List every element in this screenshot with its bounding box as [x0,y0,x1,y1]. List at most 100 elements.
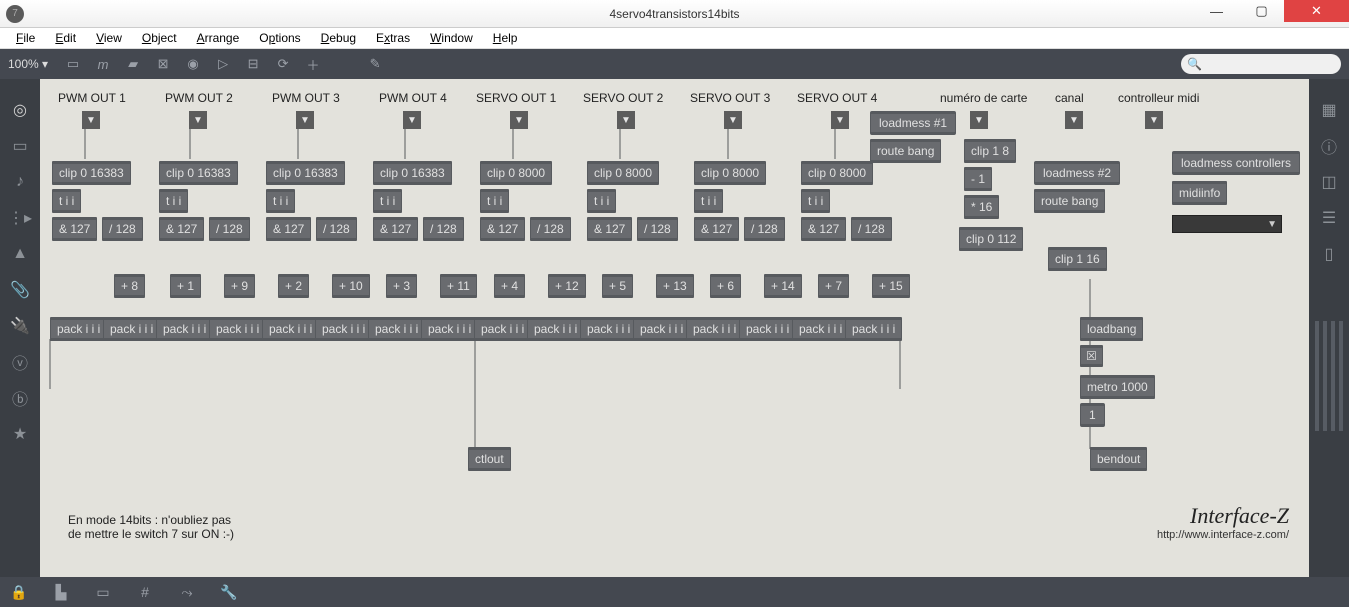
node-plus4[interactable]: + 4 [494,274,525,298]
pack-5[interactable]: pack i i i [262,317,319,341]
toolbar-icon-7[interactable]: ⊟ [242,53,264,75]
node-plus12[interactable]: + 12 [548,274,586,298]
inlet-pwm2[interactable]: ▼ [189,111,207,129]
node-div-pwm4[interactable]: / 128 [423,217,464,241]
node-metro[interactable]: metro 1000 [1080,375,1155,399]
pack-7[interactable]: pack i i i [368,317,425,341]
toolbar-icon-9[interactable]: ＋ [302,53,324,75]
node-midiinfo[interactable]: midiinfo [1172,181,1227,205]
node-plus15[interactable]: + 15 [872,274,910,298]
toolbar-icon-4[interactable]: ⊠ [152,53,174,75]
toolbar-icon-2[interactable]: m [92,53,114,75]
node-ctlout[interactable]: ctlout [468,447,511,471]
node-plus3[interactable]: + 3 [386,274,417,298]
node-one[interactable]: 1 [1080,403,1105,427]
inlet-pwm4[interactable]: ▼ [403,111,421,129]
node-routebang2[interactable]: route bang [1034,189,1105,213]
pack-6[interactable]: pack i i i [315,317,372,341]
inlet-channel[interactable]: ▼ [1065,111,1083,129]
menu-object[interactable]: Object [134,29,185,47]
node-ti-servo4[interactable]: t i i [801,189,830,213]
node-div-servo4[interactable]: / 128 [851,217,892,241]
inlet-midi[interactable]: ▼ [1145,111,1163,129]
node-clip-pwm2[interactable]: clip 0 16383 [159,161,238,185]
pack-9[interactable]: pack i i i [474,317,531,341]
node-routebang1[interactable]: route bang [870,139,941,163]
columns-icon[interactable]: ◫ [1318,171,1340,193]
node-toggle[interactable]: ☒ [1080,345,1103,367]
palette-b-icon[interactable]: ⓑ [9,387,31,409]
palette-clip-icon[interactable]: 📎 [9,279,31,301]
zoom-selector[interactable]: 100% ▾ [8,57,54,71]
node-times16[interactable]: * 16 [964,195,999,219]
node-clip-servo2[interactable]: clip 0 8000 [587,161,659,185]
node-loadmess1[interactable]: loadmess #1 [870,111,956,135]
pack-10[interactable]: pack i i i [527,317,584,341]
grid-snap-icon[interactable]: # [134,581,156,603]
node-plus6[interactable]: + 6 [710,274,741,298]
pack-4[interactable]: pack i i i [209,317,266,341]
node-div-pwm3[interactable]: / 128 [316,217,357,241]
palette-rect-icon[interactable]: ▭ [9,135,31,157]
node-clip-pwm1[interactable]: clip 0 16383 [52,161,131,185]
pack-11[interactable]: pack i i i [580,317,637,341]
palette-step-icon[interactable]: ⋮▸ [9,207,31,229]
midi-port-dropdown[interactable]: ▼ [1172,215,1282,233]
node-plus2[interactable]: + 2 [278,274,309,298]
node-loadmess-ctl[interactable]: loadmess controllers [1172,151,1300,175]
menu-help[interactable]: Help [485,29,526,47]
maximize-button[interactable]: ▢ [1239,0,1284,22]
node-minus1[interactable]: - 1 [964,167,992,191]
node-and-pwm1[interactable]: & 127 [52,217,97,241]
menu-arrange[interactable]: Arrange [189,29,248,47]
grid-icon[interactable]: ▦ [1318,99,1340,121]
list-icon[interactable]: ☰ [1318,207,1340,229]
node-clip0112[interactable]: clip 0 112 [959,227,1023,251]
inlet-pwm3[interactable]: ▼ [296,111,314,129]
node-clip-pwm4[interactable]: clip 0 16383 [373,161,452,185]
node-plus7[interactable]: + 7 [818,274,849,298]
palette-star-icon[interactable]: ★ [9,423,31,445]
pack-16[interactable]: pack i i i [845,317,902,341]
node-plus9[interactable]: + 9 [224,274,255,298]
node-clip-pwm3[interactable]: clip 0 16383 [266,161,345,185]
info-icon[interactable]: ⓘ [1318,135,1340,157]
pack-3[interactable]: pack i i i [156,317,213,341]
pack-2[interactable]: pack i i i [103,317,160,341]
node-loadmess2[interactable]: loadmess #2 [1034,161,1120,185]
inlet-card-no[interactable]: ▼ [970,111,988,129]
palette-target-icon[interactable]: ◎ [9,99,31,121]
node-and-servo2[interactable]: & 127 [587,217,632,241]
probe-icon[interactable]: ⤳ [176,581,198,603]
inlet-pwm1[interactable]: ▼ [82,111,100,129]
node-clip-servo4[interactable]: clip 0 8000 [801,161,873,185]
node-div-pwm2[interactable]: / 128 [209,217,250,241]
toolbar-icon-paint[interactable]: ✎ [364,53,386,75]
pack-1[interactable]: pack i i i [50,317,107,341]
node-ti-pwm2[interactable]: t i i [159,189,188,213]
lock-icon[interactable]: 🔒 [8,581,30,603]
book-icon[interactable]: ▯ [1318,243,1340,265]
node-ti-servo2[interactable]: t i i [587,189,616,213]
node-and-pwm3[interactable]: & 127 [266,217,311,241]
pack-8[interactable]: pack i i i [421,317,478,341]
patch-canvas[interactable]: PWM OUT 1 PWM OUT 2 PWM OUT 3 PWM OUT 4 … [40,79,1309,577]
minimize-button[interactable]: — [1194,0,1239,22]
toolbar-icon-8[interactable]: ⟳ [272,53,294,75]
node-and-servo3[interactable]: & 127 [694,217,739,241]
node-plus8[interactable]: + 8 [114,274,145,298]
node-div-pwm1[interactable]: / 128 [102,217,143,241]
menu-debug[interactable]: Debug [313,29,364,47]
node-and-servo1[interactable]: & 127 [480,217,525,241]
palette-v-icon[interactable]: ⓥ [9,351,31,373]
palette-plug-icon[interactable]: 🔌 [9,315,31,337]
layers-icon[interactable]: ▙ [50,581,72,603]
node-clip18[interactable]: clip 1 8 [964,139,1016,163]
present-icon[interactable]: ▭ [92,581,114,603]
node-plus11[interactable]: + 11 [440,274,477,298]
pack-15[interactable]: pack i i i [792,317,849,341]
inlet-servo1[interactable]: ▼ [510,111,528,129]
node-bendout[interactable]: bendout [1090,447,1147,471]
menu-extras[interactable]: Extras [368,29,418,47]
inlet-servo3[interactable]: ▼ [724,111,742,129]
